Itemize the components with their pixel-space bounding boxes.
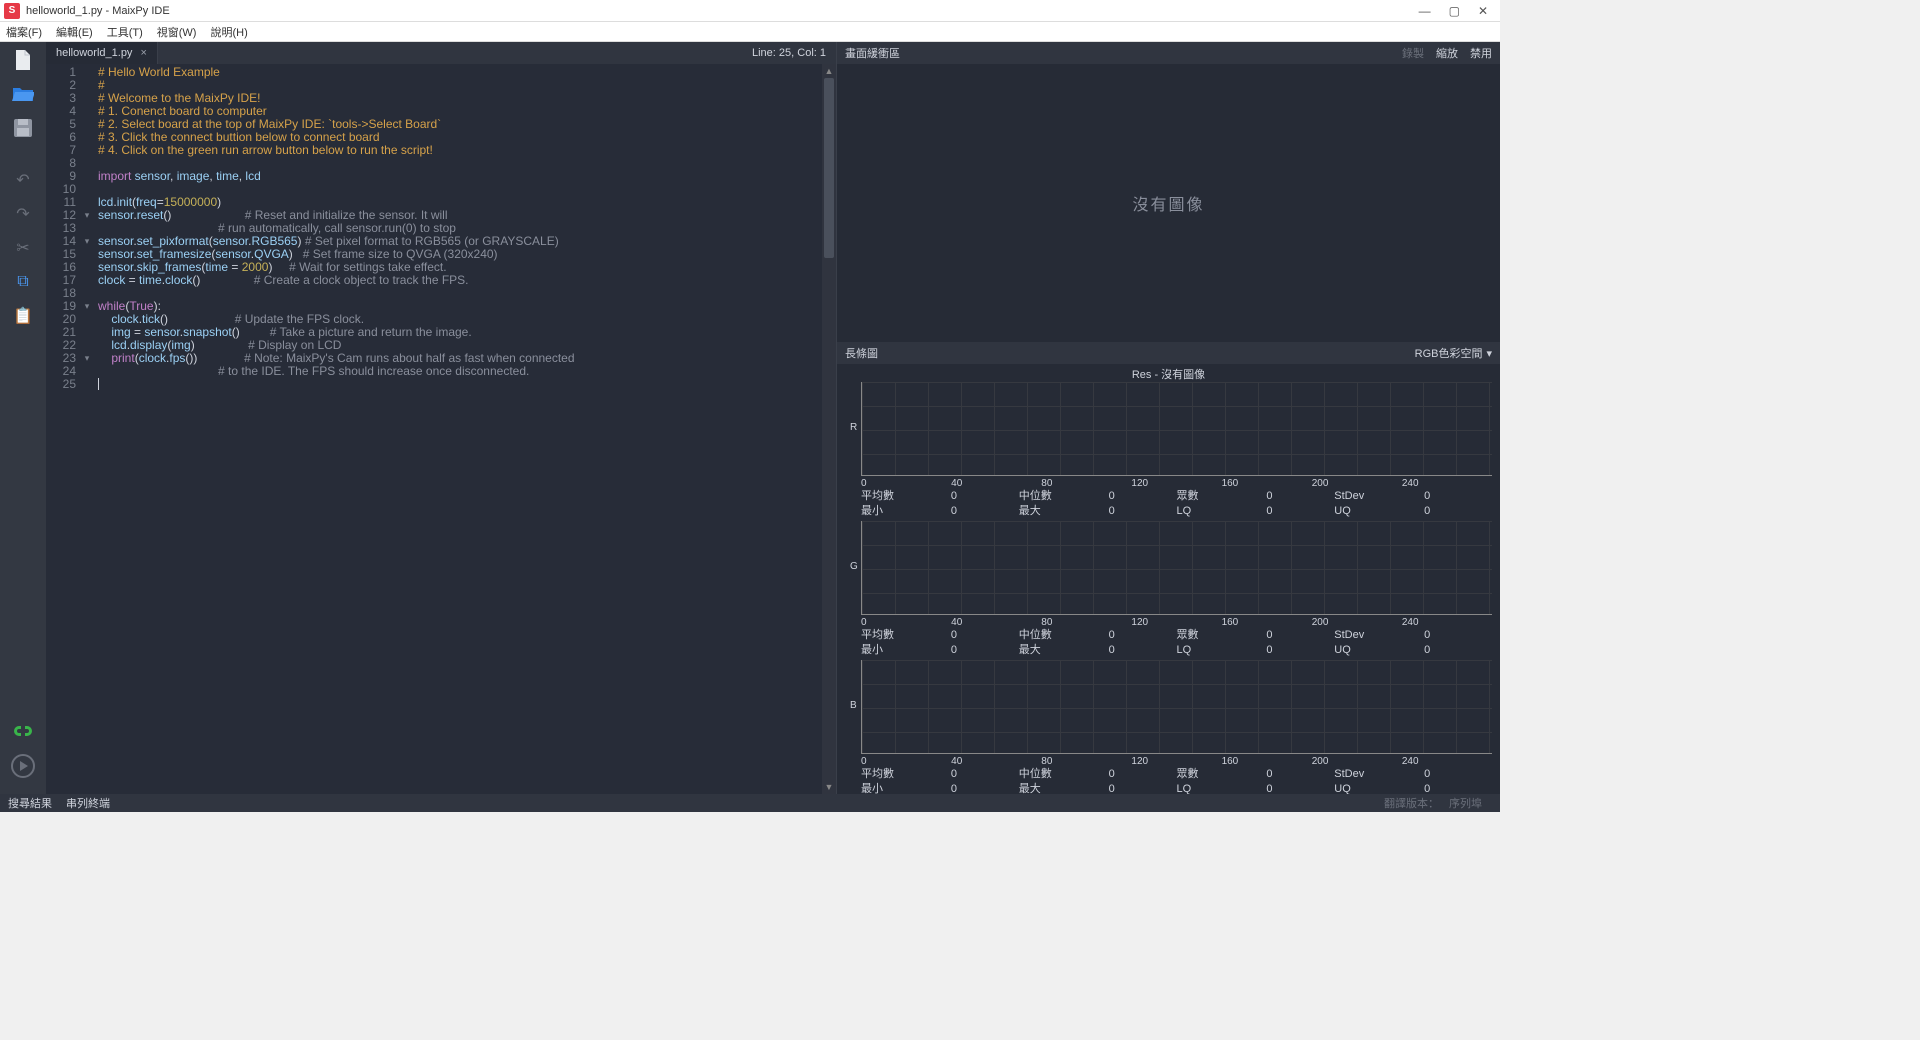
editor-tabbar: helloworld_1.py × Line: 25, Col: 1 bbox=[46, 42, 836, 64]
scroll-thumb[interactable] bbox=[824, 78, 834, 258]
new-file-icon[interactable] bbox=[11, 48, 35, 72]
save-icon[interactable] bbox=[11, 116, 35, 140]
titlebar: S helloworld_1.py - MaixPy IDE — ▢ ✕ bbox=[0, 0, 1500, 22]
scroll-up-icon[interactable]: ▲ bbox=[822, 64, 836, 78]
menu-window[interactable]: 視窗(W) bbox=[157, 24, 197, 40]
maximize-button[interactable]: ▢ bbox=[1449, 4, 1460, 18]
framebuffer-view: 沒有圖像 bbox=[837, 64, 1500, 342]
minimize-button[interactable]: — bbox=[1419, 4, 1431, 18]
framebuffer-placeholder: 沒有圖像 bbox=[1132, 191, 1204, 215]
code-area[interactable]: # Hello World Example## Welcome to the M… bbox=[92, 64, 822, 794]
connect-icon[interactable] bbox=[11, 720, 35, 744]
menu-file[interactable]: 檔案(F) bbox=[6, 24, 42, 40]
zoom-button[interactable]: 縮放 bbox=[1436, 45, 1458, 61]
menu-tools[interactable]: 工具(T) bbox=[107, 24, 143, 40]
status-bar: 搜尋結果 串列終端 翻譯版本： 序列埠 bbox=[0, 794, 1500, 812]
app-logo-icon: S bbox=[4, 3, 20, 19]
redo-icon[interactable]: ↷ bbox=[11, 202, 35, 226]
tab-close-icon[interactable]: × bbox=[140, 47, 146, 59]
colorspace-select[interactable]: RGB色彩空間 bbox=[1415, 345, 1483, 361]
window-controls: — ▢ ✕ bbox=[1419, 4, 1488, 18]
status-serial[interactable]: 串列終端 bbox=[66, 795, 110, 811]
status-port: 序列埠 bbox=[1449, 795, 1482, 811]
close-button[interactable]: ✕ bbox=[1478, 4, 1488, 18]
line-gutter: 1234567891011121314151617181920212223242… bbox=[46, 64, 82, 794]
scroll-down-icon[interactable]: ▼ bbox=[822, 780, 836, 794]
cut-icon[interactable]: ✂ bbox=[11, 236, 35, 260]
code-editor[interactable]: 1234567891011121314151617181920212223242… bbox=[46, 64, 836, 794]
menu-help[interactable]: 說明(H) bbox=[210, 24, 247, 40]
framebuffer-header: 畫面緩衝區 錄製 縮放 禁用 bbox=[837, 42, 1500, 64]
left-toolbar: ↶ ↷ ✂ ⧉ 📋 bbox=[0, 42, 46, 794]
undo-icon[interactable]: ↶ bbox=[11, 168, 35, 192]
status-version: 翻譯版本： bbox=[1384, 795, 1439, 811]
window-title: helloworld_1.py - MaixPy IDE bbox=[26, 5, 1419, 17]
disable-button[interactable]: 禁用 bbox=[1470, 45, 1492, 61]
open-file-icon[interactable] bbox=[11, 82, 35, 106]
editor-tab[interactable]: helloworld_1.py × bbox=[46, 42, 158, 64]
record-button[interactable]: 錄製 bbox=[1402, 45, 1424, 61]
run-icon[interactable] bbox=[11, 754, 35, 778]
fold-gutter[interactable]: ▾▾▾▾ bbox=[82, 64, 92, 794]
tab-filename: helloworld_1.py bbox=[56, 47, 132, 59]
histogram-header: 長條圖 RGB色彩空間 ▾ bbox=[837, 342, 1500, 364]
status-search[interactable]: 搜尋結果 bbox=[8, 795, 52, 811]
dropdown-icon[interactable]: ▾ bbox=[1486, 347, 1492, 360]
histogram-resolution: Res - 沒有圖像 bbox=[837, 364, 1500, 382]
copy-icon[interactable]: ⧉ bbox=[11, 270, 35, 294]
menubar: 檔案(F) 編輯(E) 工具(T) 視窗(W) 說明(H) bbox=[0, 22, 1500, 42]
cursor-position: Line: 25, Col: 1 bbox=[742, 47, 836, 59]
editor-scrollbar[interactable]: ▲ ▼ bbox=[822, 64, 836, 794]
histogram-charts: R04080120160200240平均數0中位數0眾數0StDev0最小0最大… bbox=[837, 382, 1500, 794]
framebuffer-title: 畫面緩衝區 bbox=[845, 45, 900, 61]
menu-edit[interactable]: 編輯(E) bbox=[56, 24, 93, 40]
histogram-title: 長條圖 bbox=[845, 345, 878, 361]
paste-icon[interactable]: 📋 bbox=[11, 304, 35, 328]
